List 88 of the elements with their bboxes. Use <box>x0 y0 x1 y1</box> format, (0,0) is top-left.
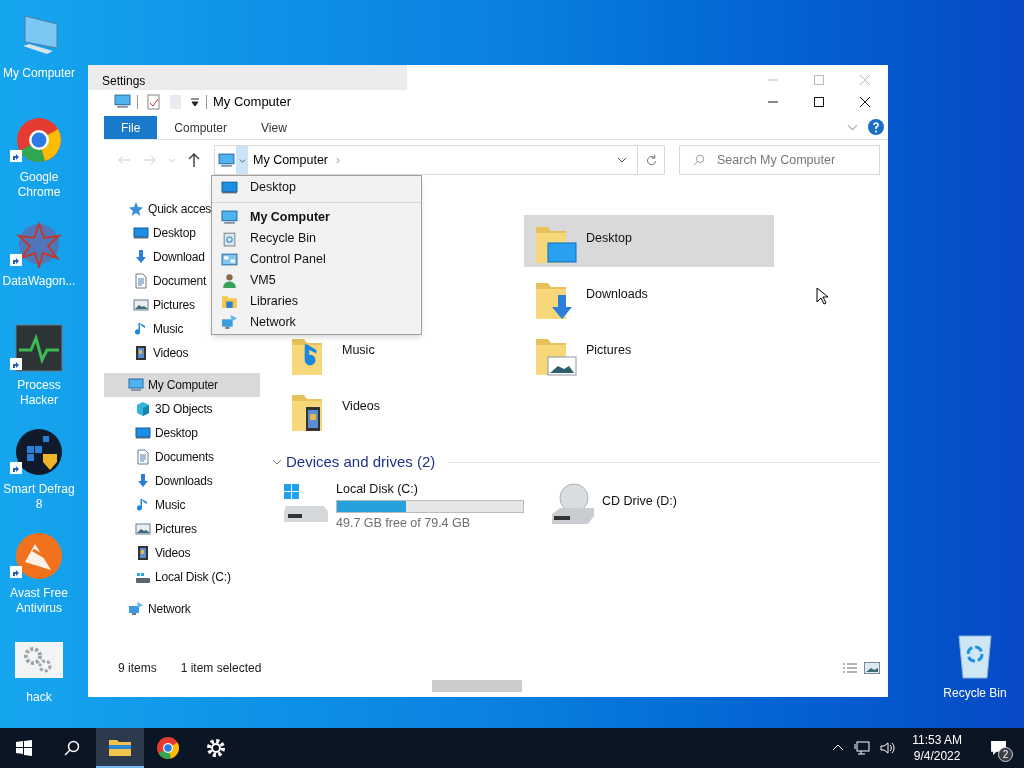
folder-icon <box>221 293 238 310</box>
menu-item[interactable]: My Computer <box>212 207 421 228</box>
search-field[interactable]: Search My Computer <box>679 145 880 175</box>
download-arrow-icon <box>135 473 151 489</box>
film-icon <box>133 345 149 361</box>
nav-item[interactable]: Videos <box>104 341 260 365</box>
notification-count: 2 <box>998 747 1013 762</box>
mouse-cursor-icon <box>816 287 828 305</box>
up-arrow-icon[interactable] <box>186 152 202 168</box>
network-icon[interactable] <box>854 740 871 756</box>
notification-center-button[interactable]: 2 <box>978 728 1018 768</box>
monitor-icon <box>133 225 149 241</box>
large-icons-view-icon[interactable] <box>864 662 880 674</box>
computer-icon <box>114 93 131 110</box>
gear-icon <box>204 736 228 760</box>
close-icon <box>860 75 870 85</box>
window-title: Settings <box>102 74 147 88</box>
folder-tile[interactable]: Desktop <box>524 215 774 267</box>
monitor-icon <box>135 425 151 441</box>
search-icon <box>64 740 80 756</box>
nav-item[interactable]: Downloads <box>104 469 260 493</box>
window-title: My Computer <box>213 92 292 111</box>
pulse-monitor-icon <box>15 324 63 372</box>
network-icon <box>221 314 238 331</box>
computer-icon <box>221 209 238 226</box>
ribbon-tab[interactable]: Computer <box>157 116 245 139</box>
star-pattern-icon <box>15 220 63 268</box>
nav-item[interactable]: Documents <box>104 445 260 469</box>
avast-logo-icon <box>15 532 63 580</box>
recycle-bin-icon <box>221 230 238 247</box>
address-field[interactable]: My Computer <box>214 145 665 175</box>
menu-item[interactable]: VM5 <box>212 270 421 291</box>
taskbar-app[interactable] <box>96 728 144 768</box>
ribbon-tab[interactable]: File <box>104 116 158 139</box>
picture-icon <box>135 521 151 537</box>
folder-tile[interactable]: Videos <box>280 383 530 435</box>
nav-item[interactable]: Network <box>104 597 260 621</box>
picture-icon <box>133 297 149 313</box>
chevron-right-icon <box>334 156 342 164</box>
breadcrumb[interactable]: My Computer <box>253 150 329 170</box>
free-space-text: 49.7 GB free of 79.4 GB <box>336 515 472 533</box>
document-icon <box>135 449 151 465</box>
menu-item[interactable]: Desktop <box>212 177 421 198</box>
desktop-shortcut[interactable]: Recycle Bin <box>938 632 1012 702</box>
nav-item[interactable]: Desktop <box>104 421 260 445</box>
properties-icon[interactable] <box>146 93 162 110</box>
document-icon <box>133 273 149 289</box>
status-text: 9 items <box>118 660 157 677</box>
folder-tile[interactable]: Downloads <box>524 271 774 323</box>
customize-dropdown-icon[interactable] <box>190 96 200 107</box>
star-icon <box>128 201 144 217</box>
film-icon <box>135 545 151 561</box>
search-icon <box>692 153 705 167</box>
browser-logo-icon <box>156 736 180 760</box>
volume-icon[interactable] <box>880 740 897 756</box>
defrag-logo-icon <box>15 428 63 476</box>
nav-item[interactable]: 3D Objects <box>104 397 260 421</box>
cube-icon <box>135 401 151 417</box>
drive-name: CD Drive (D:) <box>602 492 677 510</box>
computer-icon <box>218 151 235 169</box>
nav-item[interactable]: Pictures <box>104 517 260 541</box>
drive-name: Local Disk (C:) <box>336 480 419 498</box>
group-header[interactable]: Devices and drives (2) <box>286 451 436 474</box>
monitor-icon <box>221 179 238 196</box>
windows-logo-icon <box>16 740 32 756</box>
maximize-icon <box>814 96 824 107</box>
caret-icon <box>238 156 246 164</box>
refresh-icon <box>644 153 658 167</box>
download-arrow-icon <box>133 249 149 265</box>
nav-item[interactable]: Videos <box>104 541 260 565</box>
menu-item[interactable]: Recycle Bin <box>212 228 421 249</box>
computer-icon <box>128 377 144 393</box>
network-icon <box>128 601 144 617</box>
nav-item[interactable]: My Computer <box>104 373 260 397</box>
browser-logo-icon <box>15 116 63 164</box>
nav-item[interactable]: Music <box>104 493 260 517</box>
menu-item[interactable]: Libraries <box>212 291 421 312</box>
ribbon-tab[interactable]: View <box>244 116 304 139</box>
maximize-icon <box>814 75 824 85</box>
clock[interactable]: 11:53 AM 9/4/2022 <box>906 732 968 764</box>
user-icon <box>221 272 238 289</box>
menu-item[interactable]: Control Panel <box>212 249 421 270</box>
close-icon <box>860 96 870 107</box>
help-icon[interactable] <box>868 119 884 135</box>
nav-item[interactable]: Local Disk (C:) <box>104 565 260 589</box>
status-text: 1 item selected <box>180 660 262 677</box>
control-panel-icon <box>221 251 238 268</box>
history-dropdown-icon[interactable] <box>617 155 627 165</box>
